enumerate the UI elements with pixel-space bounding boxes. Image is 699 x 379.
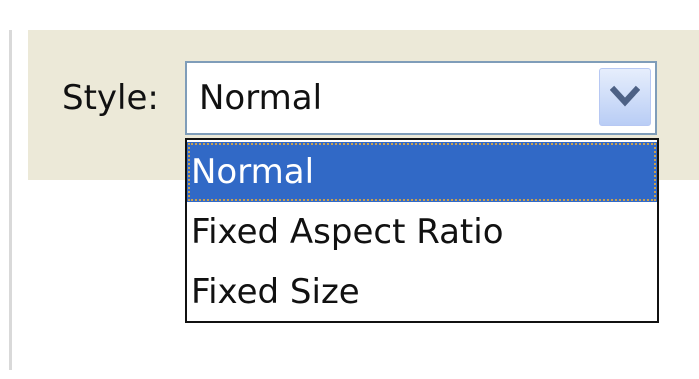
- chevron-down-icon: [610, 85, 640, 107]
- style-select-value: Normal: [199, 78, 323, 118]
- panel-edge: [9, 30, 12, 370]
- option-fixed-aspect-ratio[interactable]: Fixed Aspect Ratio: [187, 202, 657, 262]
- style-dropdown-list: Normal Fixed Aspect Ratio Fixed Size: [185, 138, 659, 323]
- option-normal[interactable]: Normal: [187, 142, 657, 202]
- option-fixed-size[interactable]: Fixed Size: [187, 262, 657, 322]
- dialog-panel: Style: Normal Normal Fixed Aspect Ratio …: [0, 0, 699, 379]
- style-select[interactable]: Normal: [185, 61, 657, 135]
- dropdown-arrow-button[interactable]: [599, 68, 651, 126]
- style-label: Style:: [62, 78, 159, 118]
